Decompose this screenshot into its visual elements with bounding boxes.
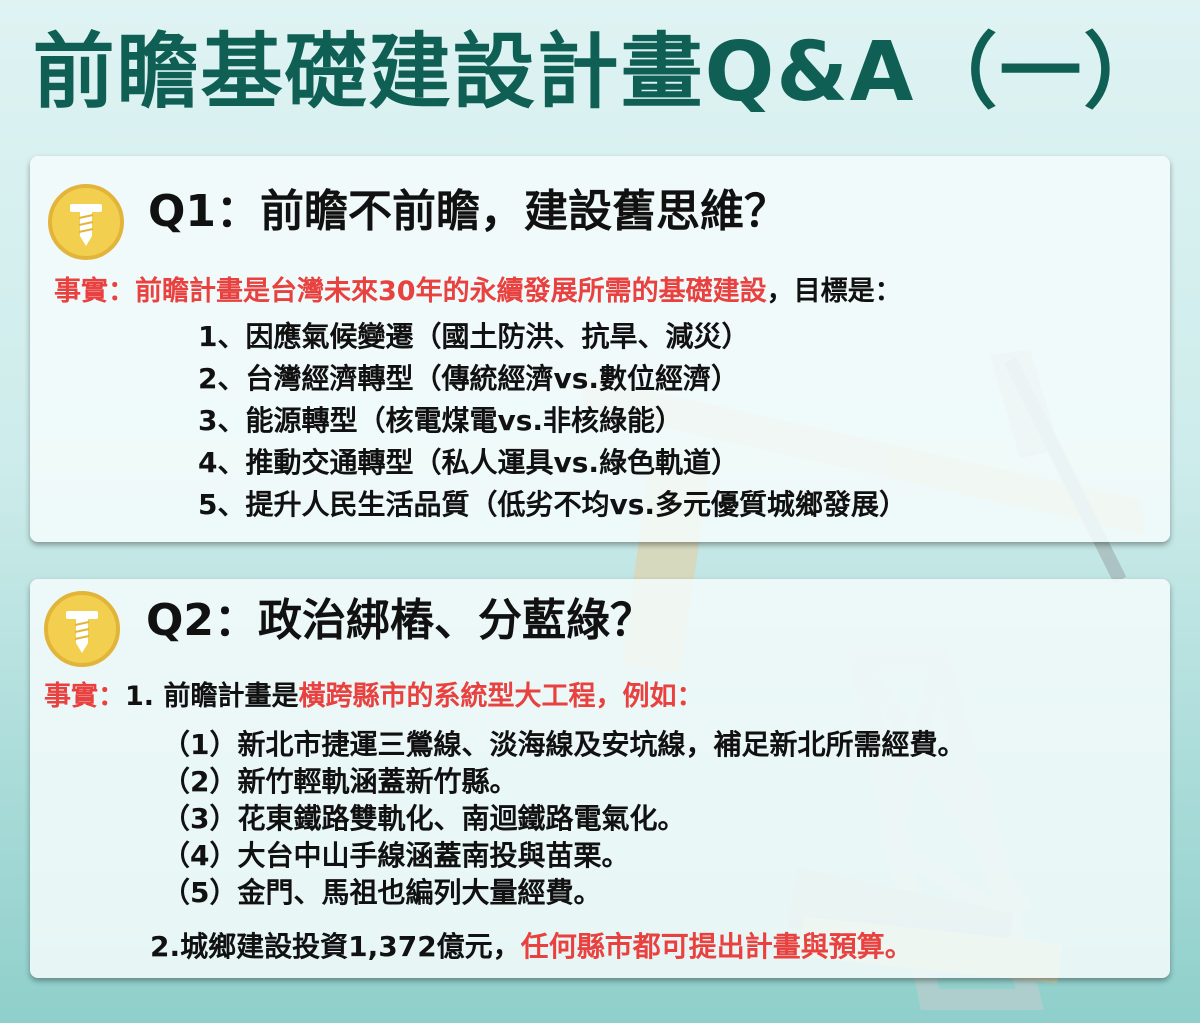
point1-highlight: 橫跨縣市的系統型大工程，例如：: [298, 681, 704, 712]
point2-prefix: 2.城鄉建設投資1,372億元，: [150, 930, 521, 963]
q1-item: 5、提升人民生活品質（低劣不均vs.多元優質城鄉發展）: [198, 488, 908, 521]
q2-item: （1）新北市捷運三鶯線、淡海線及安坑線，補足新北所需經費。: [162, 728, 966, 761]
screw-icon: [44, 591, 120, 667]
q2-item: （5）金門、馬祖也編列大量經費。: [162, 876, 602, 909]
page-title: 前瞻基礎建設計畫Q&A（一）: [32, 25, 1168, 120]
q1-item: 2、台灣經濟轉型（傳統經濟vs.數位經濟）: [198, 362, 740, 395]
q2-item: （2）新竹輕軌涵蓋新竹縣。: [162, 765, 518, 798]
point2-highlight: 任何縣市都可提出計畫與預算。: [520, 930, 913, 963]
q2-card: Q2：政治綁樁、分藍綠？ 事實：1. 前瞻計畫是橫跨縣市的系統型大工程，例如： …: [30, 579, 1170, 978]
q2-item: （4）大台中山手線涵蓋南投與苗栗。: [162, 839, 630, 872]
screw-icon: [48, 184, 124, 260]
fact-highlight: 前瞻計畫是台灣未來30年的永續發展所需的基礎建設: [135, 276, 767, 307]
fact-tail: ，目標是：: [766, 276, 902, 307]
q1-item: 4、推動交通轉型（私人運具vs.綠色軌道）: [198, 446, 740, 479]
fact-label: 事實：: [44, 681, 125, 712]
q1-item: 1、因應氣候變遷（國土防洪、抗旱、減災）: [198, 320, 750, 353]
q2-item: （3）花東鐵路雙軌化、南迴鐵路電氣化。: [162, 802, 686, 835]
q1-heading: Q1：前瞻不前瞻，建設舊思維？: [148, 186, 789, 237]
q1-card: Q1：前瞻不前瞻，建設舊思維？ 事實：前瞻計畫是台灣未來30年的永續發展所需的基…: [30, 156, 1170, 542]
q2-point2: 2.城鄉建設投資1,372億元，任何縣市都可提出計畫與預算。: [150, 929, 913, 965]
q2-heading: Q2：政治綁樁、分藍綠？: [146, 595, 655, 646]
q1-item: 3、能源轉型（核電煤電vs.非核綠能）: [198, 404, 684, 437]
q1-fact: 事實：前瞻計畫是台灣未來30年的永續發展所需的基礎建設，目標是：: [54, 274, 902, 310]
q2-point1: 事實：1. 前瞻計畫是橫跨縣市的系統型大工程，例如：: [44, 679, 703, 715]
point1-prefix: 1. 前瞻計畫是: [125, 681, 299, 712]
fact-label: 事實：: [54, 276, 135, 307]
